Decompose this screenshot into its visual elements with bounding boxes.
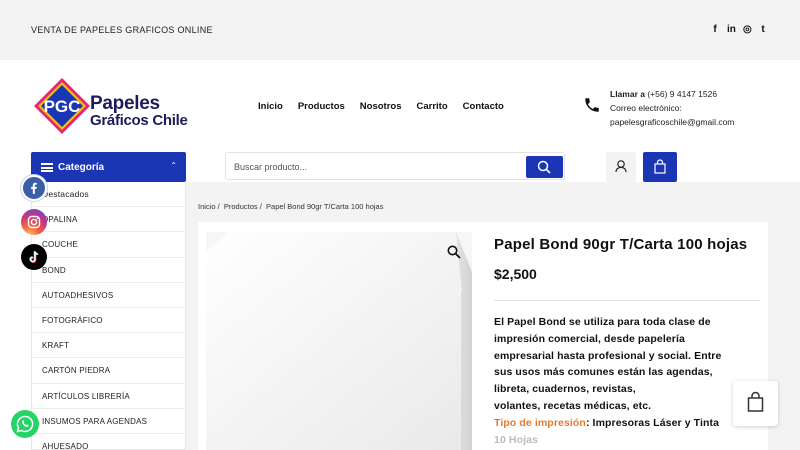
floating-facebook-button[interactable] — [21, 175, 47, 201]
breadcrumb-current: Papel Bond 90gr T/Carta 100 hojas — [266, 202, 384, 211]
product-image[interactable] — [206, 232, 472, 450]
paper-ream-image — [206, 232, 472, 450]
floating-tiktok-button[interactable] — [21, 244, 47, 270]
sidebar-item-opalina[interactable]: OPALINA — [32, 207, 185, 233]
breadcrumb-inicio[interactable]: Inicio — [198, 202, 216, 211]
tumblr-icon[interactable]: t — [759, 24, 767, 35]
category-menu-button[interactable]: Categoría ⌃ — [31, 152, 186, 182]
email-label: Correo electrónico: — [610, 103, 682, 113]
sidebar-item-destacados[interactable]: Destacados — [32, 182, 185, 208]
shopping-bag-icon — [747, 391, 764, 412]
linkedin-icon[interactable]: in — [727, 24, 736, 35]
print-type-line: Tipo de impresión: Impresoras Láser y Ti… — [494, 415, 754, 432]
instagram-icon[interactable]: ◎ — [743, 24, 752, 35]
nav-carrito[interactable]: Carrito — [417, 101, 448, 112]
product-price: $2,500 — [494, 266, 537, 282]
desc-line: impresión comercial, desde papelería — [494, 332, 685, 345]
shopping-bag-icon — [654, 159, 666, 174]
breadcrumb-productos[interactable]: Productos — [224, 202, 258, 211]
category-label: Categoría — [58, 162, 105, 173]
search-bar — [225, 152, 565, 180]
search-icon — [537, 160, 551, 174]
sidebar-item-kraft[interactable]: KRAFT — [32, 333, 185, 359]
tiktok-icon — [29, 250, 39, 263]
main-nav: Inicio Productos Nosotros Carrito Contac… — [258, 101, 504, 112]
site-header: PGC Papeles Gráficos Chile Inicio Produc… — [0, 60, 800, 152]
nav-productos[interactable]: Productos — [298, 101, 345, 112]
top-bar: VENTA DE PAPELES GRAFICOS ONLINE f in ◎ … — [0, 0, 800, 60]
facebook-icon[interactable]: f — [711, 24, 719, 35]
user-icon — [615, 160, 627, 173]
breadcrumb: Inicio / Productos / Papel Bond 90gr T/C… — [198, 202, 383, 211]
nav-inicio[interactable]: Inicio — [258, 101, 283, 112]
divider — [494, 300, 760, 301]
site-logo[interactable]: PGC Papeles Gráficos Chile — [30, 77, 190, 137]
hamburger-icon — [41, 163, 53, 172]
logo-mark: PGC — [34, 78, 90, 134]
logo-line-2: Gráficos Chile — [90, 112, 188, 129]
email-address[interactable]: papelesgraficoschile@gmail.com — [610, 115, 734, 129]
sidebar-item-insumos-agendas[interactable]: INSUMOS PARA AGENDAS — [32, 409, 185, 434]
desc-line: libreta, cuadernos, revistas, — [494, 383, 636, 396]
sidebar-item-couche[interactable]: COUCHE — [32, 232, 185, 258]
sidebar-item-bond[interactable]: BOND — [32, 258, 185, 283]
sidebar-item-fotografico[interactable]: FOTOGRÁFICO — [32, 308, 185, 334]
sidebar-item-ahuesado[interactable]: AHUESADO — [32, 434, 185, 450]
breadcrumb-separator: / — [217, 202, 220, 211]
floating-cart-button[interactable] — [733, 381, 778, 426]
desc-line: volantes, recetas médicas, etc. — [494, 399, 652, 412]
desc-line-partial: 10 Hojas — [494, 433, 538, 446]
sidebar-item-articulos-libreria[interactable]: ARTÍCULOS LIBRERÍA — [32, 384, 185, 409]
desc-line: El Papel Bond se utiliza para toda clase… — [494, 316, 711, 328]
sidebar-item-carton-piedra[interactable]: CARTÓN PIEDRA — [32, 358, 185, 384]
nav-nosotros[interactable]: Nosotros — [360, 101, 402, 112]
sidebar-item-autoadhesivos[interactable]: AUTOADHESIVOS — [32, 283, 185, 308]
floating-instagram-button[interactable] — [21, 209, 47, 235]
product-title: Papel Bond 90gr T/Carta 100 hojas — [494, 236, 748, 253]
print-type-value: : Impresoras Láser y Tinta — [585, 416, 720, 429]
facebook-icon — [31, 182, 37, 194]
phone-icon — [585, 98, 599, 112]
instagram-icon — [27, 215, 41, 229]
desc-line: sus usos más comunes están las agendas, — [494, 366, 713, 379]
phone-number[interactable]: (+56) 9 4147 1526 — [647, 89, 717, 99]
search-button[interactable] — [526, 156, 563, 178]
call-label: Llamar a — [610, 89, 645, 99]
desc-line: empresarial hasta profesional y social. … — [494, 349, 722, 362]
whatsapp-icon — [16, 415, 34, 433]
site-tagline: VENTA DE PAPELES GRAFICOS ONLINE — [31, 25, 213, 35]
breadcrumb-separator: / — [259, 202, 262, 211]
header-cart-button[interactable] — [643, 152, 677, 182]
account-button[interactable] — [606, 152, 636, 182]
print-type-label: Tipo de impresión — [494, 416, 586, 429]
zoom-icon[interactable] — [446, 244, 462, 260]
whatsapp-button[interactable] — [11, 410, 39, 438]
product-content-area: Inicio / Productos / Papel Bond 90gr T/C… — [186, 182, 800, 450]
search-input[interactable] — [234, 159, 514, 175]
category-sidebar: Destacados OPALINA COUCHE BOND AUTOADHES… — [31, 182, 186, 450]
product-description: El Papel Bond se utiliza para toda clase… — [494, 314, 754, 448]
nav-contacto[interactable]: Contacto — [463, 101, 504, 112]
chevron-up-icon: ⌃ — [170, 161, 177, 170]
logo-mark-text: PGC — [44, 97, 81, 116]
contact-lines: Llamar a (+56) 9 4147 1526 Correo electr… — [610, 87, 734, 129]
top-social-links: f in ◎ t — [711, 24, 767, 35]
